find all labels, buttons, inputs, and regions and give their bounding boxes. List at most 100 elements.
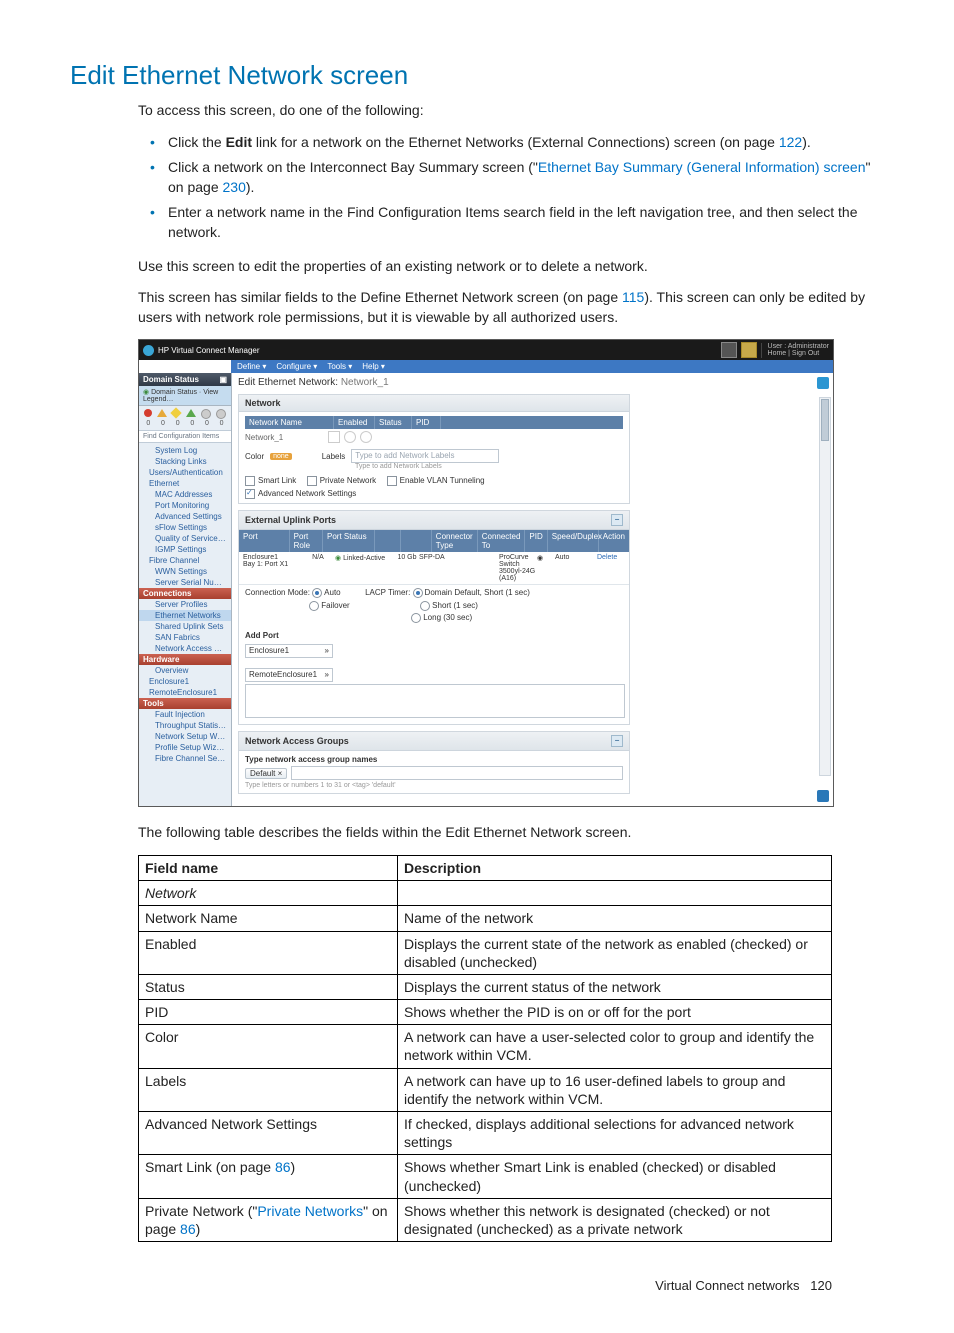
table-row: StatusDisplays the current status of the…: [139, 974, 832, 999]
menu-tools[interactable]: Tools ▾: [327, 362, 352, 371]
user-menu[interactable]: User : Administrator Home | Sign Out: [761, 343, 829, 358]
nag-hint: Type network access group names: [245, 755, 623, 764]
tree-item[interactable]: Server Profiles: [139, 599, 231, 610]
menu-configure[interactable]: Configure ▾: [276, 362, 317, 371]
menu-help[interactable]: Help ▾: [362, 362, 385, 371]
field-page-link[interactable]: 86: [275, 1159, 291, 1175]
collapse-nag-icon[interactable]: −: [611, 735, 623, 747]
lacp-default-radio[interactable]: [413, 588, 423, 598]
tree-item[interactable]: Quality of Service (QoS): [139, 533, 231, 544]
table-row: LabelsA network can have up to 16 user-d…: [139, 1068, 832, 1111]
status-ok-icon: [186, 409, 196, 417]
tree-item[interactable]: Fibre Channel: [139, 555, 231, 566]
th-description: Description: [398, 855, 832, 880]
lacp-short-radio[interactable]: [420, 601, 430, 611]
labels-input[interactable]: Type to add Network Labels: [351, 449, 499, 463]
status-info-icon: [216, 409, 226, 419]
field-description-table: Field name Description Network Network N…: [138, 855, 832, 1242]
lacp-long-radio[interactable]: [411, 613, 421, 623]
tree-item[interactable]: Enclosure1: [139, 676, 231, 687]
table-row: Smart Link (on page 86)Shows whether Sma…: [139, 1155, 832, 1198]
page-title: Edit Ethernet Network screen: [70, 60, 884, 91]
tree-item[interactable]: Fault Injection: [139, 709, 231, 720]
tree-item[interactable]: RemoteEnclosure1: [139, 687, 231, 698]
domain-legend-link[interactable]: ◉ Domain Status · View Legend…: [139, 386, 231, 406]
table-intro: The following table describes the fields…: [138, 823, 874, 843]
link-page-115[interactable]: 115: [622, 289, 644, 305]
tree-item[interactable]: SAN Fabrics: [139, 632, 231, 643]
link-page-122[interactable]: 122: [779, 134, 802, 150]
tree-item[interactable]: Shared Uplink Sets: [139, 621, 231, 632]
enabled-checkbox[interactable]: [328, 431, 340, 443]
tree-item[interactable]: Connections: [139, 588, 231, 599]
th-field-name: Field name: [139, 855, 398, 880]
tree-item[interactable]: Stacking Links: [139, 456, 231, 467]
bullet-1: Click the Edit link for a network on the…: [168, 133, 874, 153]
delete-port-link[interactable]: Delete: [597, 554, 617, 561]
link-ethernet-bay-summary[interactable]: Ethernet Bay Summary (General Informatio…: [538, 159, 866, 175]
color-label: Color: [245, 452, 264, 461]
tree-item[interactable]: Fibre Channel Setup Wizard: [139, 753, 231, 764]
para-use-screen: Use this screen to edit the properties o…: [138, 257, 874, 277]
sidebar: Domain Status▣ ◉ Domain Status · View Le…: [139, 373, 232, 806]
intro-text: To access this screen, do one of the fol…: [138, 101, 874, 121]
bullet-2: Click a network on the Interconnect Bay …: [168, 158, 874, 197]
tree-item[interactable]: Overview: [139, 665, 231, 676]
labels-hint: Type to add Network Labels: [355, 463, 623, 470]
menu-define[interactable]: Define ▾: [237, 362, 266, 371]
status-major-icon: [157, 409, 167, 417]
tree-item[interactable]: Network Setup Wizard: [139, 731, 231, 742]
tree-item[interactable]: Advanced Settings: [139, 511, 231, 522]
table-row: EnabledDisplays the current state of the…: [139, 931, 832, 974]
tree-item[interactable]: Profile Setup Wizard: [139, 742, 231, 753]
tree-item[interactable]: Users/Authentication: [139, 467, 231, 478]
tree-item[interactable]: WWN Settings: [139, 566, 231, 577]
help-icon[interactable]: [817, 377, 829, 389]
app-title: HP Virtual Connect Manager: [158, 346, 260, 355]
tree-item[interactable]: System Log: [139, 445, 231, 456]
tree-item[interactable]: Ethernet Networks: [139, 610, 231, 621]
page-footer: Virtual Connect networks 120: [138, 1278, 832, 1293]
status-badge-2-icon: [741, 342, 757, 358]
tree-item[interactable]: Network Access Groups: [139, 643, 231, 654]
add-port-remote[interactable]: RemoteEnclosure1»: [245, 668, 333, 682]
top-menubar: Define ▾ Configure ▾ Tools ▾ Help ▾: [231, 360, 833, 373]
tree-item[interactable]: Throughput Statistics: [139, 720, 231, 731]
table-row: Network NameName of the network: [139, 906, 832, 931]
panel-nag: Network Access Groups− Type network acce…: [238, 731, 630, 794]
field-crossref-link[interactable]: Private Networks: [257, 1203, 363, 1219]
find-config-input[interactable]: Find Configuration Items: [139, 430, 231, 443]
vcm-screenshot: HP Virtual Connect Manager User : Admini…: [138, 339, 834, 807]
panel-network: Network Network Name Enabled Status PID …: [238, 394, 630, 504]
tree-item[interactable]: Server Serial Numbers: [139, 577, 231, 588]
scrollbar[interactable]: [819, 397, 831, 776]
breadcrumb: Edit Ethernet Network: Network_1: [232, 373, 833, 394]
tree-item[interactable]: Ethernet: [139, 478, 231, 489]
save-icon[interactable]: [817, 790, 829, 802]
collapse-icon[interactable]: −: [611, 514, 623, 526]
nag-default-chip[interactable]: Default ×: [245, 768, 287, 779]
link-page-230[interactable]: 230: [223, 179, 246, 195]
nag-input[interactable]: [291, 766, 623, 780]
private-checkbox[interactable]: [307, 476, 317, 486]
tree-item[interactable]: sFlow Settings: [139, 522, 231, 533]
tree-item[interactable]: Hardware: [139, 654, 231, 665]
labels-label: Labels: [322, 452, 346, 461]
domain-status-header[interactable]: Domain Status▣: [139, 373, 231, 386]
add-port-enclosure1[interactable]: Enclosure1»: [245, 644, 333, 658]
status-badge-1-icon: [721, 342, 737, 358]
tree-item[interactable]: Tools: [139, 698, 231, 709]
tree-item[interactable]: Port Monitoring: [139, 500, 231, 511]
table-section-row: Network: [139, 881, 832, 906]
uplink-row: Enclosure1 Bay 1: Port X1 N/A ◉ Linked-A…: [239, 552, 629, 585]
smartlink-checkbox[interactable]: [245, 476, 255, 486]
color-chip[interactable]: none: [270, 453, 292, 460]
advanced-checkbox[interactable]: [245, 489, 255, 499]
tree-item[interactable]: IGMP Settings: [139, 544, 231, 555]
connmode-auto-radio[interactable]: [312, 588, 322, 598]
tree-item[interactable]: MAC Addresses: [139, 489, 231, 500]
nav-tree: System LogStacking LinksUsers/Authentica…: [139, 445, 231, 768]
vlan-tunnel-checkbox[interactable]: [387, 476, 397, 486]
status-circle-icon: [344, 431, 356, 443]
connmode-failover-radio[interactable]: [309, 601, 319, 611]
